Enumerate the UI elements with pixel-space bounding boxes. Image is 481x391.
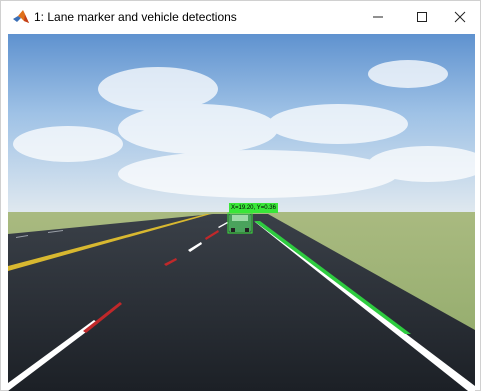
- title-bar[interactable]: 1: Lane marker and vehicle detections: [1, 1, 480, 33]
- maximize-icon: [417, 12, 427, 22]
- figure-window: 1: Lane marker and vehicle detections X=…: [0, 0, 481, 391]
- vehicle-detection-label: X=19.20, Y=0.36: [229, 203, 278, 213]
- minimize-icon: [373, 16, 383, 18]
- minimize-button[interactable]: [356, 1, 400, 33]
- lead-vehicle: [227, 212, 253, 234]
- close-button[interactable]: [438, 1, 481, 33]
- matlab-icon: [12, 9, 30, 25]
- window-title: 1: Lane marker and vehicle detections: [34, 10, 237, 24]
- camera-view: X=19.20, Y=0.36: [8, 34, 475, 391]
- close-icon: [454, 11, 466, 23]
